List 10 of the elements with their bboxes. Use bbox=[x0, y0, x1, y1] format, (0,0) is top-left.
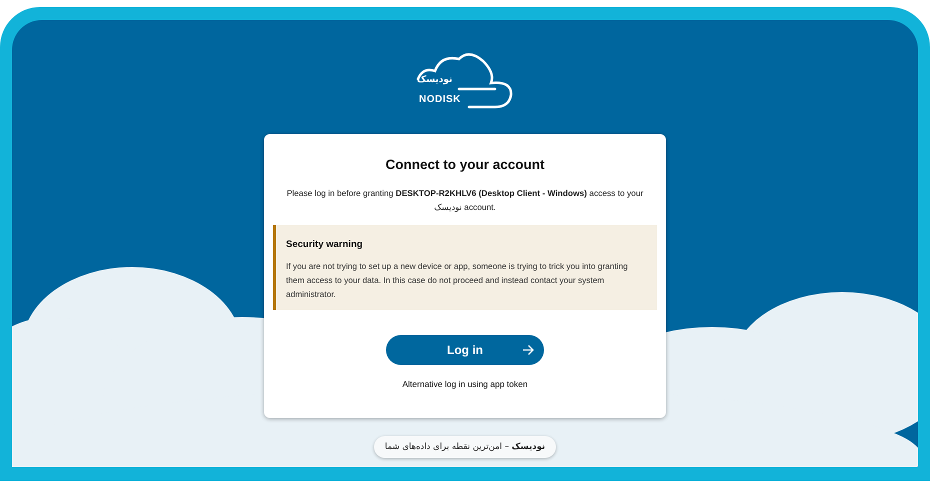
alternative-login-link[interactable]: Alternative log in using app token bbox=[402, 379, 528, 389]
card-title: Connect to your account bbox=[385, 157, 544, 172]
logo-text-persian: نودیسک bbox=[417, 75, 452, 85]
warning-title: Security warning bbox=[286, 239, 364, 250]
footer-text: نودیسک – امن‌ترین نقطه برای داده‌های شما bbox=[384, 442, 546, 452]
logo-text: NODISK bbox=[419, 94, 461, 105]
warning-text: If you are not trying to set up a new device or app, someone is trying to trick you into granting them access to your data. In this case do not proceed and instead contact your system administrator. bbox=[286, 260, 629, 301]
login-button[interactable]: Log in bbox=[386, 335, 544, 365]
arrow-right-icon bbox=[522, 344, 534, 356]
cloud-logo-icon bbox=[415, 51, 515, 111]
